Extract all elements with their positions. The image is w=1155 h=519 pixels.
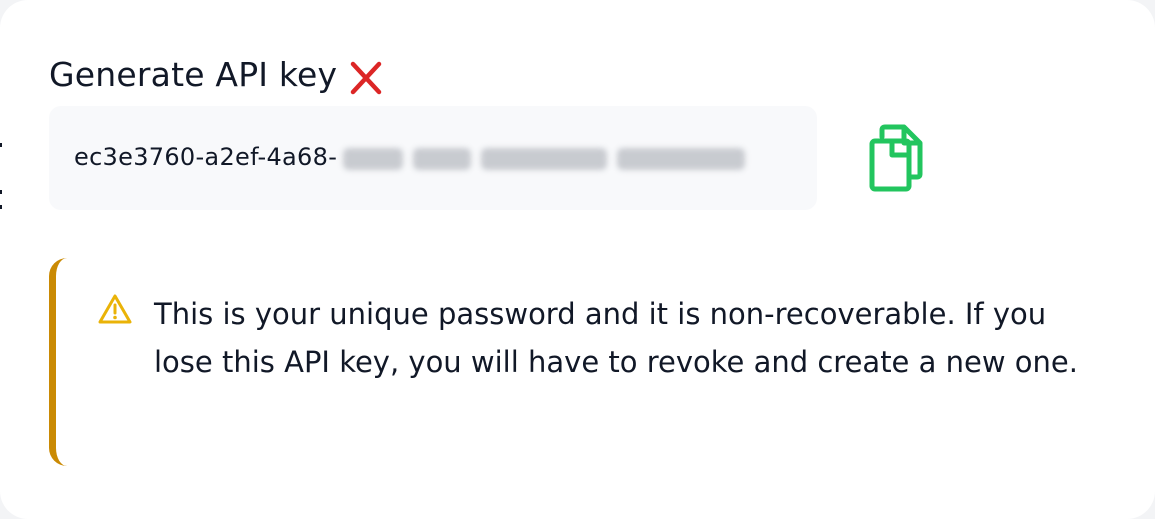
edge-mark (0, 205, 2, 209)
api-key-field[interactable]: ec3e3760-a2ef-4a68- (49, 106, 817, 210)
edge-mark (0, 190, 2, 194)
api-key-prefix: ec3e3760-a2ef-4a68- (74, 143, 338, 171)
api-key-value: ec3e3760-a2ef-4a68- (74, 143, 747, 173)
copy-button[interactable] (862, 122, 932, 194)
edge-mark (0, 143, 2, 147)
warning-icon (98, 294, 132, 324)
alert-message: This is your unique password and it is n… (154, 297, 1078, 379)
copy-icon (869, 124, 923, 192)
close-icon[interactable] (347, 59, 385, 97)
api-key-obscured (339, 143, 747, 173)
header: Generate API key (49, 50, 385, 100)
api-key-card: Generate API key ec3e3760-a2ef-4a68- Thi… (0, 0, 1155, 519)
dialog-title: Generate API key (49, 55, 338, 94)
warning-alert: This is your unique password and it is n… (49, 258, 1109, 466)
